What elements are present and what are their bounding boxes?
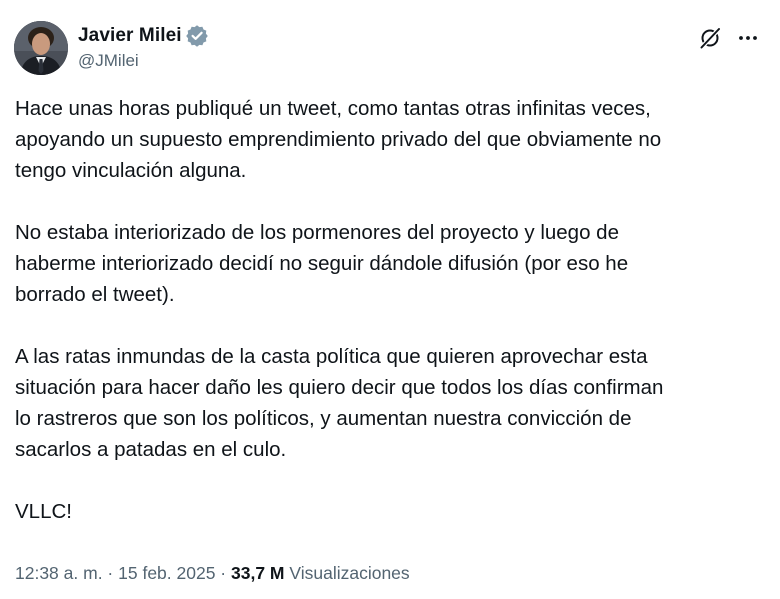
tweet-time-link[interactable]: 12:38 a. m. bbox=[15, 563, 103, 583]
more-options-button[interactable] bbox=[734, 24, 762, 52]
tweet-date-link[interactable]: 15 feb. 2025 bbox=[118, 563, 215, 583]
tweet-header: Javier Milei @JMilei bbox=[14, 21, 766, 77]
tweet-paragraph: A las ratas inmundas de la casta polític… bbox=[15, 345, 664, 461]
meta-separator: · bbox=[102, 563, 119, 583]
tweet-paragraph: No estaba interiorizado de los pormenore… bbox=[15, 221, 629, 306]
grok-button[interactable] bbox=[696, 24, 724, 52]
author-block: Javier Milei @JMilei bbox=[78, 23, 208, 71]
views-count[interactable]: 33,7 M bbox=[231, 563, 285, 583]
more-options-icon bbox=[739, 36, 757, 40]
tweet-meta: 12:38 a. m. · 15 feb. 2025 · 33,7 M Visu… bbox=[15, 563, 410, 584]
avatar[interactable] bbox=[14, 21, 68, 75]
author-handle[interactable]: @JMilei bbox=[78, 51, 208, 71]
tweet-card: Javier Milei @JMilei Hace unas horas pub… bbox=[0, 0, 780, 599]
grok-icon bbox=[700, 27, 721, 49]
tweet-paragraph: VLLC! bbox=[15, 500, 72, 523]
tweet-paragraph: Hace unas horas publiqué un tweet, como … bbox=[15, 97, 662, 182]
verified-badge-icon[interactable] bbox=[185, 25, 208, 47]
meta-separator: · bbox=[215, 563, 231, 583]
tweet-text: Hace unas horas publiqué un tweet, como … bbox=[15, 93, 767, 527]
views-label: Visualizaciones bbox=[284, 563, 410, 583]
avatar-image bbox=[14, 21, 68, 75]
name-row: Javier Milei bbox=[78, 23, 208, 49]
author-name[interactable]: Javier Milei bbox=[78, 25, 182, 47]
